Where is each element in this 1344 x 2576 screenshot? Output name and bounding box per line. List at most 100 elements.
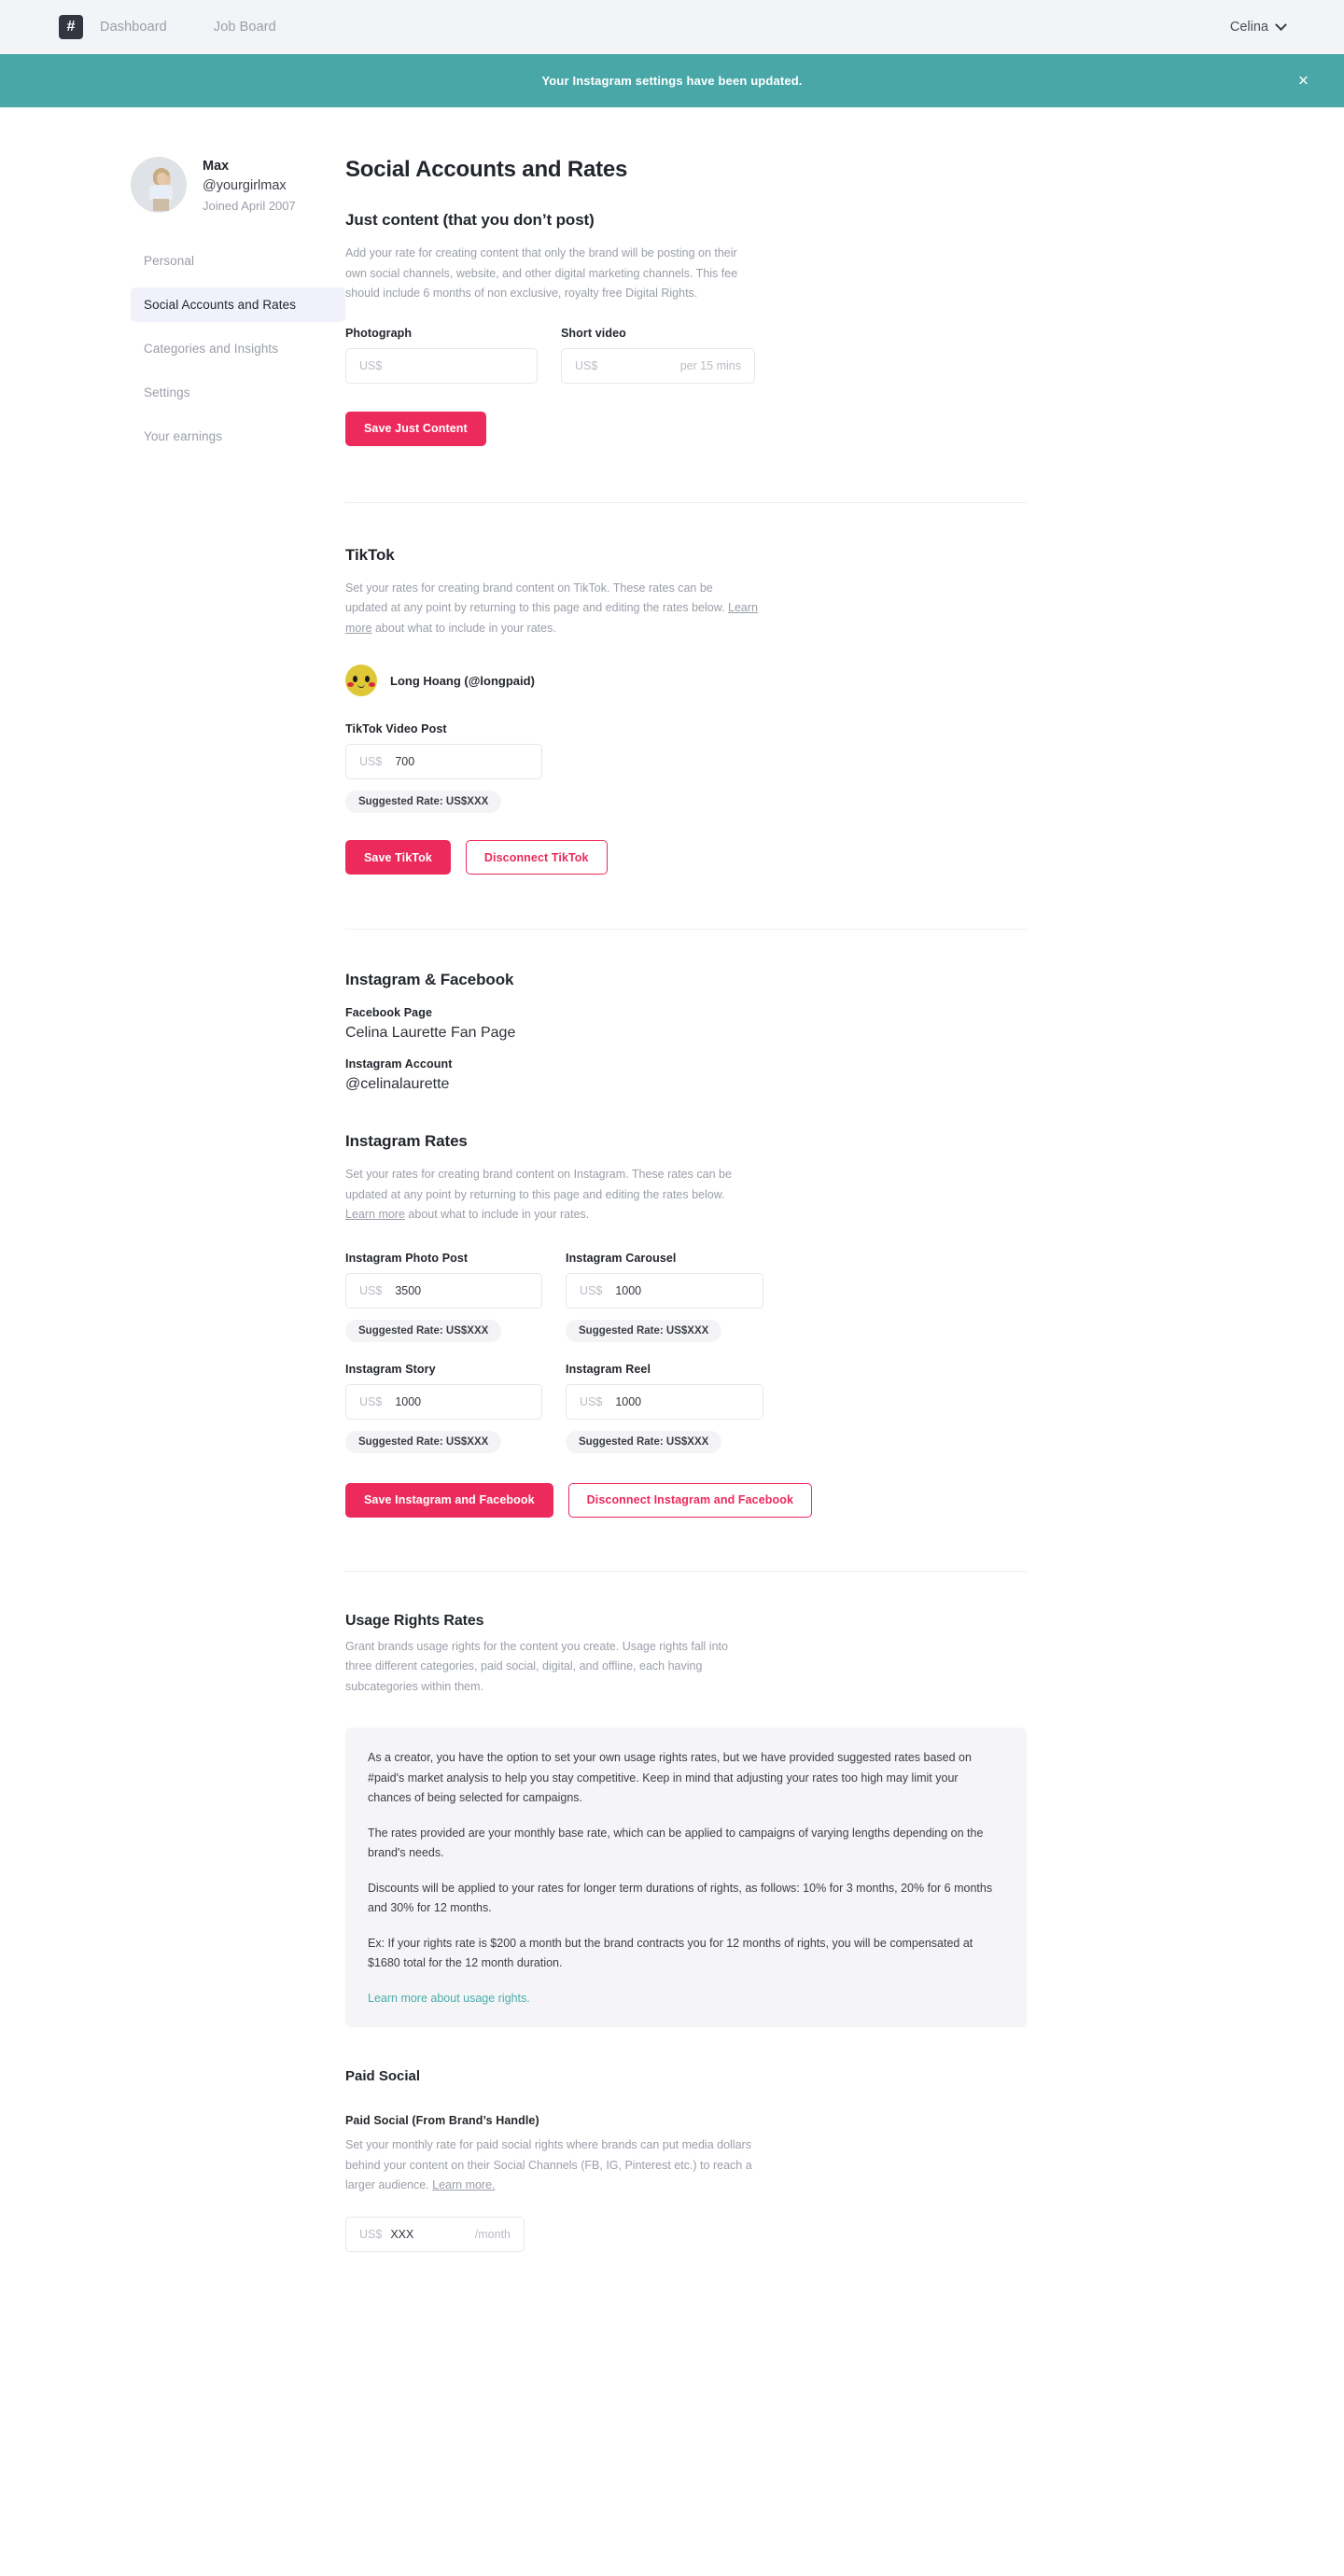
profile-summary: Max @yourgirlmax Joined April 2007 [131,157,345,216]
save-instagram-facebook-button[interactable]: Save Instagram and Facebook [345,1482,553,1518]
usage-rights-paragraph-1: As a creator, you have the option to set… [368,1751,972,1804]
just-content-description: Add your rate for creating content that … [345,246,738,300]
paid-social-learn-more-link[interactable]: Learn more. [432,2178,495,2191]
sidebar-nav: Personal Social Accounts and Rates Categ… [131,244,345,454]
instagram-reel-suggested-badge: Suggested Rate: US$XXX [566,1430,722,1453]
usage-rights-learn-more-link[interactable]: Learn more about usage rights. [368,1992,530,2005]
instagram-rates-description: Set your rates for creating brand conten… [345,1165,756,1225]
instagram-photo-post-value: 3500 [395,1283,422,1297]
sidebar-item-your-earnings[interactable]: Your earnings [131,419,345,454]
tiktok-video-post-input[interactable]: US$ 700 [345,744,542,779]
instagram-story-input[interactable]: US$ 1000 [345,1383,542,1420]
usage-rights-link-wrapper: Learn more about usage rights. [368,1989,1004,2009]
sidebar-item-social-accounts-and-rates[interactable]: Social Accounts and Rates [131,287,345,322]
photograph-field-group: Photograph US$ [345,327,538,384]
photograph-label: Photograph [345,326,413,340]
photograph-input[interactable]: US$ [345,347,538,384]
main-content: Social Accounts and Rates Just content (… [345,157,1083,2252]
paid-social-description: Set your monthly rate for paid social ri… [345,2135,754,2196]
instagram-rates-row-1: Instagram Photo Post US$ 3500 Suggested … [345,1252,1027,1342]
instagram-photo-post-label: Instagram Photo Post [345,1251,469,1265]
instagram-photo-post-suggested-badge: Suggested Rate: US$XXX [345,1319,502,1342]
instagram-rates-title: Instagram Rates [345,1132,468,1150]
flash-message-banner: Your Instagram settings have been update… [0,54,1344,107]
short-video-suffix: per 15 mins [679,358,741,372]
tiktok-video-post-currency: US$ [359,755,383,768]
disconnect-instagram-facebook-button[interactable]: Disconnect Instagram and Facebook [567,1482,813,1518]
instagram-reel-currency: US$ [580,1394,603,1408]
avatar [131,157,187,213]
paid-social-section: Paid Social Paid Social (From Brand’s Ha… [345,2027,1027,2252]
just-content-actions: Save Just Content [345,411,1027,446]
instagram-carousel-group: Instagram Carousel US$ 1000 Suggested Ra… [566,1252,763,1342]
tiktok-account-avatar [345,665,377,696]
sidebar-item-personal[interactable]: Personal [131,244,345,278]
instagram-photo-post-input[interactable]: US$ 3500 [345,1272,542,1309]
short-video-input[interactable]: US$ per 15 mins [561,347,755,384]
user-menu-button[interactable]: Celina [1230,18,1287,35]
instagram-facebook-actions: Save Instagram and Facebook Disconnect I… [345,1482,1027,1518]
sidebar-item-categories-and-insights[interactable]: Categories and Insights [131,331,345,366]
tiktok-account-row: Long Hoang (@longpaid) [345,665,1027,696]
top-navigation-bar: # Dashboard Job Board Celina [0,0,1344,54]
flash-message-text: Your Instagram settings have been update… [541,74,803,88]
save-tiktok-button[interactable]: Save TikTok [345,840,451,875]
nav-link-dashboard[interactable]: Dashboard [100,20,167,35]
tiktok-video-post-value: 700 [395,755,415,768]
chevron-down-icon [1275,18,1287,31]
instagram-photo-post-currency: US$ [359,1283,383,1297]
tiktok-description: Set your rates for creating brand conten… [345,579,758,639]
just-content-section: Just content (that you don’t post) Add y… [345,211,1027,446]
instagram-story-group: Instagram Story US$ 1000 Suggested Rate:… [345,1363,542,1453]
tiktok-video-post-group: TikTok Video Post US$ 700 Suggested Rate… [345,722,542,813]
usage-rights-paragraph-2: The rates provided are your monthly base… [368,1826,984,1860]
instagram-carousel-label: Instagram Carousel [566,1251,677,1265]
instagram-rates-description-before: Set your rates for creating brand conten… [345,1168,732,1201]
instagram-facebook-title: Instagram & Facebook [345,971,514,988]
just-content-title: Just content (that you don’t post) [345,211,595,229]
sidebar-item-settings[interactable]: Settings [131,375,345,410]
instagram-story-currency: US$ [359,1394,383,1408]
instagram-account-label: Instagram Account [345,1057,453,1071]
hash-logo-icon[interactable]: # [59,15,83,39]
tiktok-description-before: Set your rates for creating brand conten… [345,581,729,615]
instagram-story-label: Instagram Story [345,1362,436,1376]
just-content-fields: Photograph US$ Short video US$ per 15 mi… [345,327,1027,384]
facebook-page-value: Celina Laurette Fan Page [345,1025,516,1041]
instagram-reel-input[interactable]: US$ 1000 [566,1383,763,1420]
instagram-rates-row-2: Instagram Story US$ 1000 Suggested Rate:… [345,1363,1027,1453]
tiktok-description-after: about what to include in your rates. [371,621,556,635]
usage-rights-info-panel: As a creator, you have the option to set… [345,1728,1027,2027]
facebook-page-label: Facebook Page [345,1006,432,1019]
paid-social-currency: US$ [359,2227,383,2241]
usage-rights-title: Usage Rights Rates [345,1612,484,1629]
profile-name: Max [203,159,230,174]
paid-social-title: Paid Social [345,2068,421,2084]
instagram-account-value: @celinalaurette [345,1076,450,1092]
instagram-reel-value: 1000 [615,1394,642,1408]
nav-link-job-board[interactable]: Job Board [214,20,276,35]
tiktok-section: TikTok Set your rates for creating brand… [345,503,1027,875]
tiktok-title: TikTok [345,545,395,564]
short-video-label: Short video [561,326,626,340]
disconnect-tiktok-button[interactable]: Disconnect TikTok [465,840,608,875]
short-video-field-group: Short video US$ per 15 mins [561,327,755,384]
instagram-photo-post-group: Instagram Photo Post US$ 3500 Suggested … [345,1252,542,1342]
short-video-currency: US$ [575,358,598,372]
instagram-facebook-section: Instagram & Facebook Facebook Page Celin… [345,930,1027,1518]
save-just-content-button[interactable]: Save Just Content [345,411,486,446]
profile-joined-date: Joined April 2007 [203,199,296,214]
usage-rights-section: Usage Rights Rates Grant brands usage ri… [345,1572,1027,2027]
paid-social-brand-handle-label: Paid Social (From Brand’s Handle) [345,2114,539,2127]
tiktok-account-name: Long Hoang (@longpaid) [390,673,535,688]
instagram-reel-label: Instagram Reel [566,1362,651,1376]
instagram-story-value: 1000 [395,1394,422,1408]
page-title: Social Accounts and Rates [345,157,628,182]
instagram-story-suggested-badge: Suggested Rate: US$XXX [345,1430,502,1453]
paid-social-rate-input[interactable]: US$ XXX /month [345,2216,525,2252]
photograph-currency: US$ [359,358,383,372]
close-icon[interactable]: × [1298,72,1309,90]
instagram-carousel-input[interactable]: US$ 1000 [566,1272,763,1309]
instagram-rates-learn-more-link[interactable]: Learn more [345,1208,405,1221]
usage-rights-description: Grant brands usage rights for the conten… [345,1639,728,1693]
